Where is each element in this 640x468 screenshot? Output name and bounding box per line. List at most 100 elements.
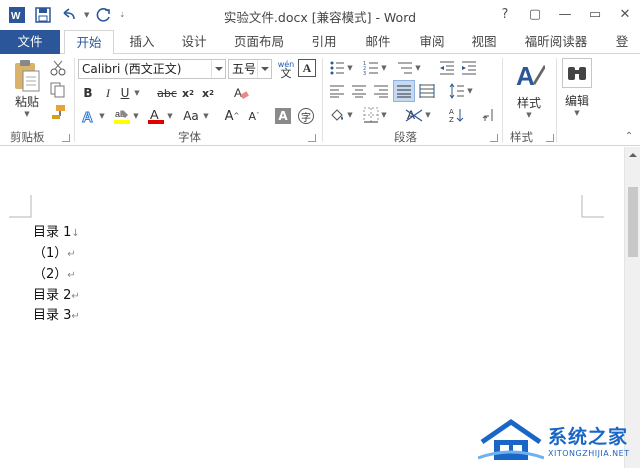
strikethrough-icon[interactable]: abc	[154, 84, 180, 102]
chevron-down-icon[interactable]	[211, 60, 225, 78]
tab-review[interactable]: 审阅	[408, 30, 456, 54]
styles-launcher-icon[interactable]	[546, 134, 554, 142]
scroll-thumb[interactable]	[628, 187, 638, 257]
text-effects-dropdown-icon[interactable]: ▼	[98, 106, 106, 126]
title-bar: W ▼ ⇣ 实验文件.docx [兼容模式] - Word ? ▢ — ▭ ✕	[0, 0, 640, 30]
styles-dropdown-icon[interactable]: ▼	[522, 110, 536, 120]
copy-icon[interactable]	[48, 81, 68, 99]
line-spacing-icon[interactable]	[448, 82, 466, 100]
underline-icon[interactable]: U	[118, 84, 132, 102]
multilevel-list-icon[interactable]	[396, 59, 414, 77]
tab-insert[interactable]: 插入	[118, 30, 166, 54]
help-button[interactable]: ?	[490, 0, 520, 28]
minimize-button[interactable]: —	[550, 0, 580, 28]
font-color-icon[interactable]: A	[146, 106, 166, 126]
format-painter-icon[interactable]	[48, 103, 68, 121]
sort-icon[interactable]: AZ	[448, 106, 466, 124]
scroll-up-icon[interactable]	[625, 147, 640, 163]
character-shading-icon[interactable]: A	[275, 108, 291, 124]
tab-view[interactable]: 视图	[460, 30, 508, 54]
ribbon-display-button[interactable]: ▢	[520, 0, 550, 28]
italic-icon[interactable]: I	[100, 84, 116, 102]
decrease-indent-icon[interactable]	[438, 59, 456, 77]
chevron-down-icon[interactable]	[257, 60, 271, 78]
group-separator	[322, 58, 323, 142]
paste-dropdown-icon[interactable]: ▼	[20, 109, 34, 119]
tab-design[interactable]: 设计	[170, 30, 218, 54]
styles-icon[interactable]: A	[512, 58, 546, 92]
tab-sign-in[interactable]: 登	[604, 30, 640, 54]
shrink-font-icon[interactable]: Aˇ	[244, 106, 264, 126]
show-marks-icon[interactable]	[480, 106, 498, 124]
borders-dropdown-icon[interactable]: ▼	[380, 106, 388, 124]
editing-dropdown-icon[interactable]: ▼	[570, 108, 584, 118]
bold-icon[interactable]: B	[80, 84, 96, 102]
distributed-icon[interactable]	[418, 82, 436, 100]
document-line[interactable]: （1）↵	[33, 242, 76, 261]
tab-home[interactable]: 开始	[64, 30, 114, 55]
tab-page-layout[interactable]: 页面布局	[226, 30, 292, 54]
change-case-dropdown-icon[interactable]: ▼	[202, 106, 210, 126]
paste-icon[interactable]	[10, 58, 44, 94]
character-border-icon[interactable]: A	[298, 59, 316, 77]
svg-text:A: A	[516, 61, 535, 91]
close-button[interactable]: ✕	[610, 0, 640, 28]
document-line[interactable]: 目录 2↵	[33, 284, 80, 303]
align-center-icon[interactable]	[350, 82, 368, 100]
tab-file[interactable]: 文件	[0, 30, 60, 54]
increase-indent-icon[interactable]	[460, 59, 478, 77]
chinese-layout-dropdown-icon[interactable]: ▼	[424, 106, 432, 124]
grow-font-icon[interactable]: A ^	[222, 106, 242, 126]
tab-foxit-reader[interactable]: 福昕阅读器	[514, 30, 598, 54]
tab-references[interactable]: 引用	[300, 30, 348, 54]
paste-button-label[interactable]: 粘贴	[10, 94, 44, 109]
document-line[interactable]: 目录 1↓	[33, 221, 80, 240]
line-spacing-dropdown-icon[interactable]: ▼	[466, 82, 474, 100]
highlight-dropdown-icon[interactable]: ▼	[132, 106, 140, 126]
font-launcher-icon[interactable]	[308, 134, 316, 142]
group-separator	[556, 58, 557, 142]
font-name-select[interactable]: Calibri (西文正文)	[78, 59, 226, 79]
margin-corner-top-left	[9, 195, 32, 218]
numbering-dropdown-icon[interactable]: ▼	[380, 59, 388, 77]
text-effects-icon[interactable]: A	[80, 106, 98, 126]
underline-dropdown-icon[interactable]: ▼	[132, 84, 142, 102]
svg-text:A: A	[82, 109, 93, 124]
line-break-mark: ↓	[71, 228, 80, 239]
clear-formatting-icon[interactable]: A	[232, 84, 250, 102]
styles-button-label[interactable]: 样式	[508, 94, 550, 110]
subscript-icon[interactable]: x2	[180, 84, 196, 102]
justify-icon[interactable]	[393, 80, 415, 102]
line-text: 目录 2	[33, 288, 72, 303]
enclose-characters-icon[interactable]: 字	[298, 108, 314, 124]
tab-mailings[interactable]: 邮件	[354, 30, 402, 54]
borders-icon[interactable]	[362, 106, 380, 124]
restore-button[interactable]: ▭	[580, 0, 610, 28]
cut-icon[interactable]	[48, 59, 68, 77]
document-line[interactable]: 目录 3↵	[33, 304, 80, 323]
collapse-ribbon-icon[interactable]: ⌃	[622, 130, 636, 142]
text-highlight-icon[interactable]: ab	[112, 106, 132, 126]
document-line[interactable]: （2）↵	[33, 263, 76, 282]
ribbon-home: 粘贴 ▼ 剪贴板 Calibri (西文正文) 五号 wén 文 A B I U…	[0, 54, 640, 146]
multilevel-dropdown-icon[interactable]: ▼	[414, 59, 422, 77]
superscript-icon[interactable]: x2	[200, 84, 216, 102]
chinese-layout-icon[interactable]: A	[404, 106, 424, 124]
font-size-value: 五号	[232, 62, 257, 76]
clipboard-launcher-icon[interactable]	[62, 134, 70, 142]
paragraph-launcher-icon[interactable]	[490, 134, 498, 142]
find-binoculars-icon[interactable]	[562, 58, 592, 88]
bullets-dropdown-icon[interactable]: ▼	[346, 59, 354, 77]
change-case-icon[interactable]: Aa	[180, 106, 202, 126]
font-color-dropdown-icon[interactable]: ▼	[166, 106, 174, 126]
align-left-icon[interactable]	[328, 82, 346, 100]
watermark-cn-text: 系统之家	[548, 426, 629, 448]
font-size-select[interactable]: 五号	[228, 59, 272, 79]
numbering-icon[interactable]: 123	[362, 59, 380, 77]
align-right-icon[interactable]	[372, 82, 390, 100]
shading-dropdown-icon[interactable]: ▼	[346, 106, 354, 124]
bullets-icon[interactable]	[328, 59, 346, 77]
shading-icon[interactable]	[328, 106, 346, 124]
phonetic-guide-button[interactable]: wén 文	[275, 58, 297, 80]
editing-button-label[interactable]: 编辑	[558, 92, 596, 108]
